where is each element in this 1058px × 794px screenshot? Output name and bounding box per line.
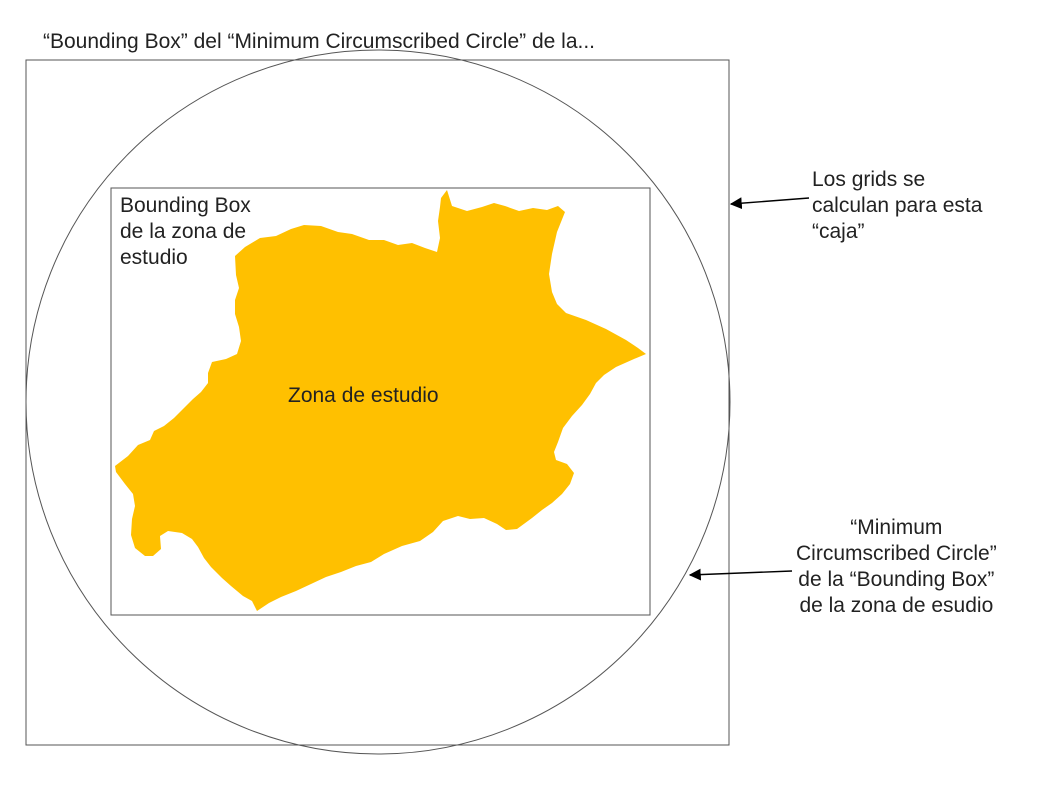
circle-note-line: de la zona de esudio (799, 594, 994, 617)
bounding-box-label-line: de la zona de (120, 220, 247, 243)
circle-note-arrow (688, 568, 793, 581)
grids-note: Los grids se calculan para esta “caja” (812, 167, 982, 245)
study-zone-label: Zona de estudio (288, 384, 439, 407)
circle-note: “Minimum Circumscribed Circle” de la “Bo… (796, 515, 997, 619)
bounding-box-label: Bounding Box de la zona de estudio (120, 193, 251, 271)
bounding-box-label-line: estudio (120, 246, 188, 269)
grids-note-line: “caja” (812, 220, 865, 243)
diagram-canvas (25, 49, 810, 755)
grids-note-line: calculan para esta (812, 194, 983, 217)
grids-note-line: Los grids se (812, 168, 926, 191)
circle-note-line: Circumscribed Circle” (796, 542, 997, 565)
circle-note-line: “Minimum (850, 516, 943, 539)
circle-note-line: de la “Bounding Box” (798, 568, 995, 591)
grids-note-arrow (729, 197, 810, 210)
bounding-box-label-line: Bounding Box (120, 194, 251, 217)
diagram-title: “Bounding Box” del “Minimum Circumscribe… (43, 30, 596, 53)
